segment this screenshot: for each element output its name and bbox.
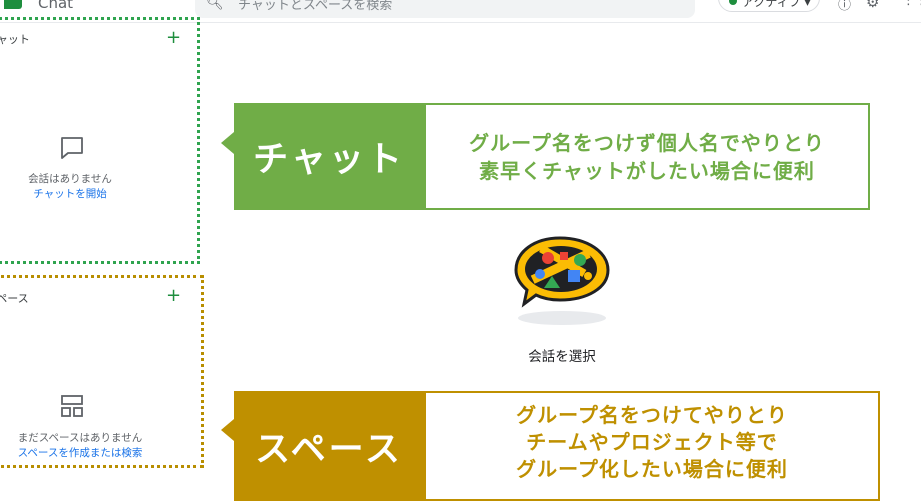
create-space-link[interactable]: スペースを作成または検索 <box>0 445 180 460</box>
space-callout-pointer <box>221 419 234 441</box>
space-callout-line-1: グループ名をつけてやりとり <box>516 403 788 427</box>
chat-empty-text: 会話はありません <box>28 173 112 185</box>
chat-callout-line-2: 素早くチャットがしたい場合に便利 <box>479 158 815 183</box>
conversation-illustration <box>514 236 610 325</box>
apps-grid-icon[interactable]: ⋮⋮ <box>902 0 921 8</box>
chat-callout-pointer <box>221 132 234 154</box>
add-chat-button[interactable]: + <box>166 29 181 47</box>
start-chat-link[interactable]: チャットを開始 <box>0 186 160 201</box>
select-conversation-text: 会話を選択 <box>528 349 596 365</box>
spaces-section-header: スペース <box>0 292 29 305</box>
space-callout-label: スペース <box>234 391 424 501</box>
add-space-button[interactable]: + <box>166 287 181 305</box>
space-callout-line-2: チームやプロジェクト等で <box>526 430 778 454</box>
spaces-empty-text: まだスペースはありません <box>17 432 143 444</box>
chat-callout-line-1: グループ名をつけず個人名でやりとり <box>469 130 825 155</box>
gear-icon[interactable]: ⚙ <box>866 0 879 11</box>
spaces-grid-icon <box>61 395 83 417</box>
space-callout-description: グループ名をつけてやりとり チームやプロジェクト等で グループ化したい場合に便利 <box>424 391 880 501</box>
chat-callout-description: グループ名をつけず個人名でやりとり 素早くチャットがしたい場合に便利 <box>424 103 870 210</box>
chat-section <box>0 17 200 264</box>
app-title: Chat <box>38 0 74 12</box>
chat-section-header: チャット <box>0 33 30 46</box>
chat-callout-label: チャット <box>234 103 424 210</box>
chat-logo-icon[interactable] <box>4 0 22 9</box>
space-callout-line-3: グループ化したい場合に便利 <box>516 457 788 481</box>
chat-bubble-icon <box>61 137 83 159</box>
search-placeholder: チャットとスペースを検索 <box>238 0 393 13</box>
help-icon[interactable]: ⓘ <box>838 0 851 13</box>
search-icon[interactable]: 🔍︎ <box>206 0 224 11</box>
status-label: アクティブ ▾ <box>742 0 811 9</box>
